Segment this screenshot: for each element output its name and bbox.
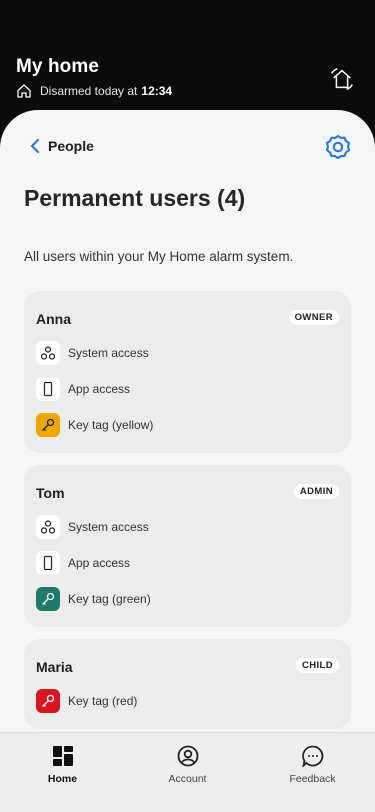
tab-label: Feedback [289, 773, 336, 785]
page-subtitle: All users within your My Home alarm syst… [24, 249, 294, 264]
permission-row: App access [36, 551, 130, 575]
permission-label: Key tag (green) [68, 592, 151, 606]
user-card-maria[interactable]: Maria CHILD Key tag (red) [24, 639, 351, 729]
tab-feedback[interactable]: Feedback [250, 733, 375, 812]
content-sheet: People Permanent users (4) All users wit… [0, 110, 375, 812]
permission-row: App access [36, 377, 130, 401]
permission-label: App access [68, 556, 131, 570]
home-title: My home [16, 56, 100, 77]
account-icon [177, 745, 198, 767]
role-badge: CHILD [295, 658, 339, 673]
key-icon [36, 587, 60, 611]
status-text: Disarmed today at [40, 84, 138, 98]
gear-icon[interactable] [325, 134, 351, 160]
alarm-status: Disarmed today at 12:34 [16, 83, 172, 99]
bottom-tab-bar: Home Account Feedback [0, 732, 375, 812]
role-badge: ADMIN [293, 484, 339, 499]
phone-icon [36, 377, 60, 401]
permission-row: Key tag (red) [36, 689, 137, 713]
status-time: 12:34 [141, 84, 173, 98]
permission-label: App access [68, 382, 131, 396]
grid-icon [52, 746, 73, 766]
back-button[interactable]: People [28, 138, 94, 154]
page-title: Permanent users (4) [24, 185, 246, 211]
alarm-state-button[interactable] [327, 64, 357, 94]
key-icon [36, 689, 60, 713]
role-badge: OWNER [288, 310, 339, 325]
tab-label: Home [47, 773, 78, 785]
user-name: Maria [36, 659, 73, 675]
house-sync-icon [331, 68, 353, 90]
feedback-icon [301, 745, 323, 767]
permission-label: System access [68, 346, 149, 360]
house-icon [17, 84, 31, 98]
tab-label: Account [168, 773, 207, 785]
phone-icon [36, 551, 60, 575]
tab-home[interactable]: Home [0, 733, 125, 812]
back-label: People [48, 138, 94, 154]
permission-label: Key tag (red) [68, 694, 138, 708]
user-name: Tom [36, 485, 65, 501]
system-icon [36, 341, 60, 365]
permission-row: System access [36, 341, 149, 365]
permission-label: System access [68, 520, 149, 534]
nav-row: People [0, 110, 375, 190]
chevron-left-icon [30, 138, 40, 154]
user-card-anna[interactable]: Anna OWNER System access App access Key … [24, 291, 351, 453]
user-card-tom[interactable]: Tom ADMIN System access App access Key t… [24, 465, 351, 627]
system-icon [36, 515, 60, 539]
permission-row: Key tag (green) [36, 587, 151, 611]
key-icon [36, 413, 60, 437]
tab-account[interactable]: Account [125, 733, 250, 812]
permission-label: Key tag (yellow) [68, 418, 154, 432]
permission-row: System access [36, 515, 149, 539]
permission-row: Key tag (yellow) [36, 413, 153, 437]
user-name: Anna [36, 311, 71, 327]
